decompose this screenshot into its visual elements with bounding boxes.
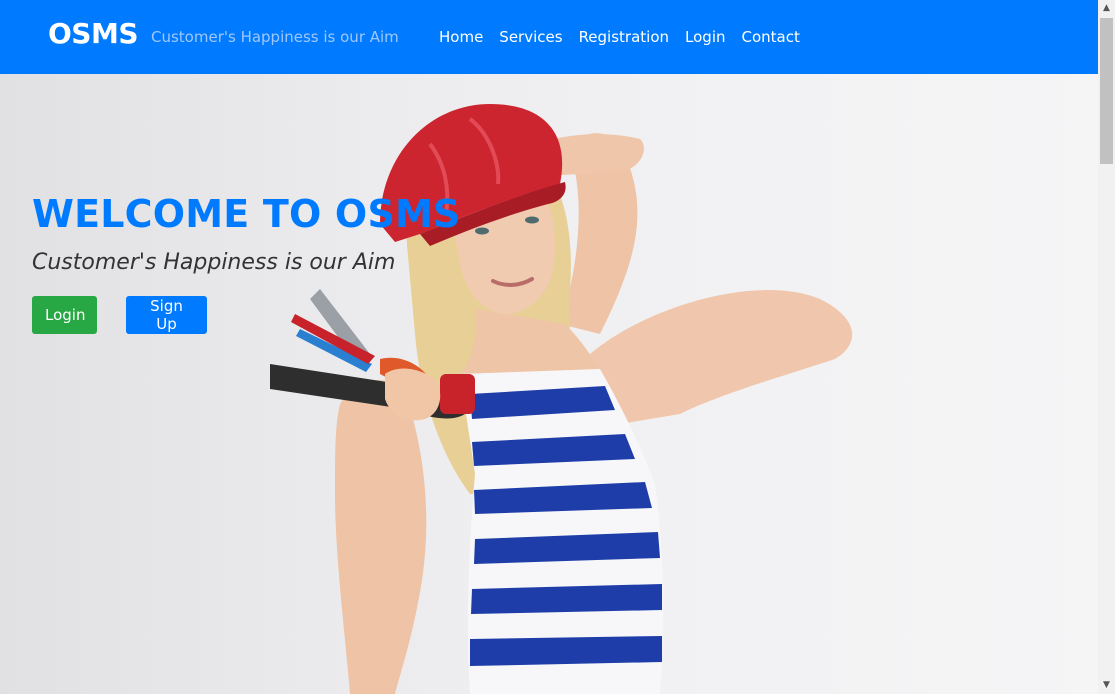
- hero-signup-button[interactable]: Sign Up: [126, 296, 207, 334]
- hero-section: WELCOME TO OSMS Customer's Happiness is …: [0, 74, 1098, 694]
- navbar-tagline: Customer's Happiness is our Aim: [151, 28, 399, 46]
- nav-links: Home Services Registration Login Contact: [439, 28, 816, 46]
- scrollbar-thumb[interactable]: [1100, 18, 1113, 164]
- hero-title: WELCOME TO OSMS: [32, 192, 461, 236]
- hero-subtitle: Customer's Happiness is our Aim: [32, 250, 396, 275]
- scroll-up-arrow-icon[interactable]: ▲: [1098, 0, 1115, 17]
- scroll-down-arrow-icon[interactable]: ▼: [1098, 677, 1115, 694]
- nav-link-home[interactable]: Home: [439, 28, 483, 46]
- page-scrollbar[interactable]: ▲ ▼: [1098, 0, 1115, 694]
- nav-link-registration[interactable]: Registration: [579, 28, 669, 46]
- brand-logo[interactable]: OSMS: [48, 17, 139, 50]
- nav-link-login[interactable]: Login: [685, 28, 725, 46]
- hero-login-button[interactable]: Login: [32, 296, 97, 334]
- navbar: OSMS Customer's Happiness is our Aim Hom…: [0, 0, 1098, 74]
- nav-link-services[interactable]: Services: [499, 28, 562, 46]
- hero-background-image: [270, 104, 853, 694]
- nav-link-contact[interactable]: Contact: [742, 28, 800, 46]
